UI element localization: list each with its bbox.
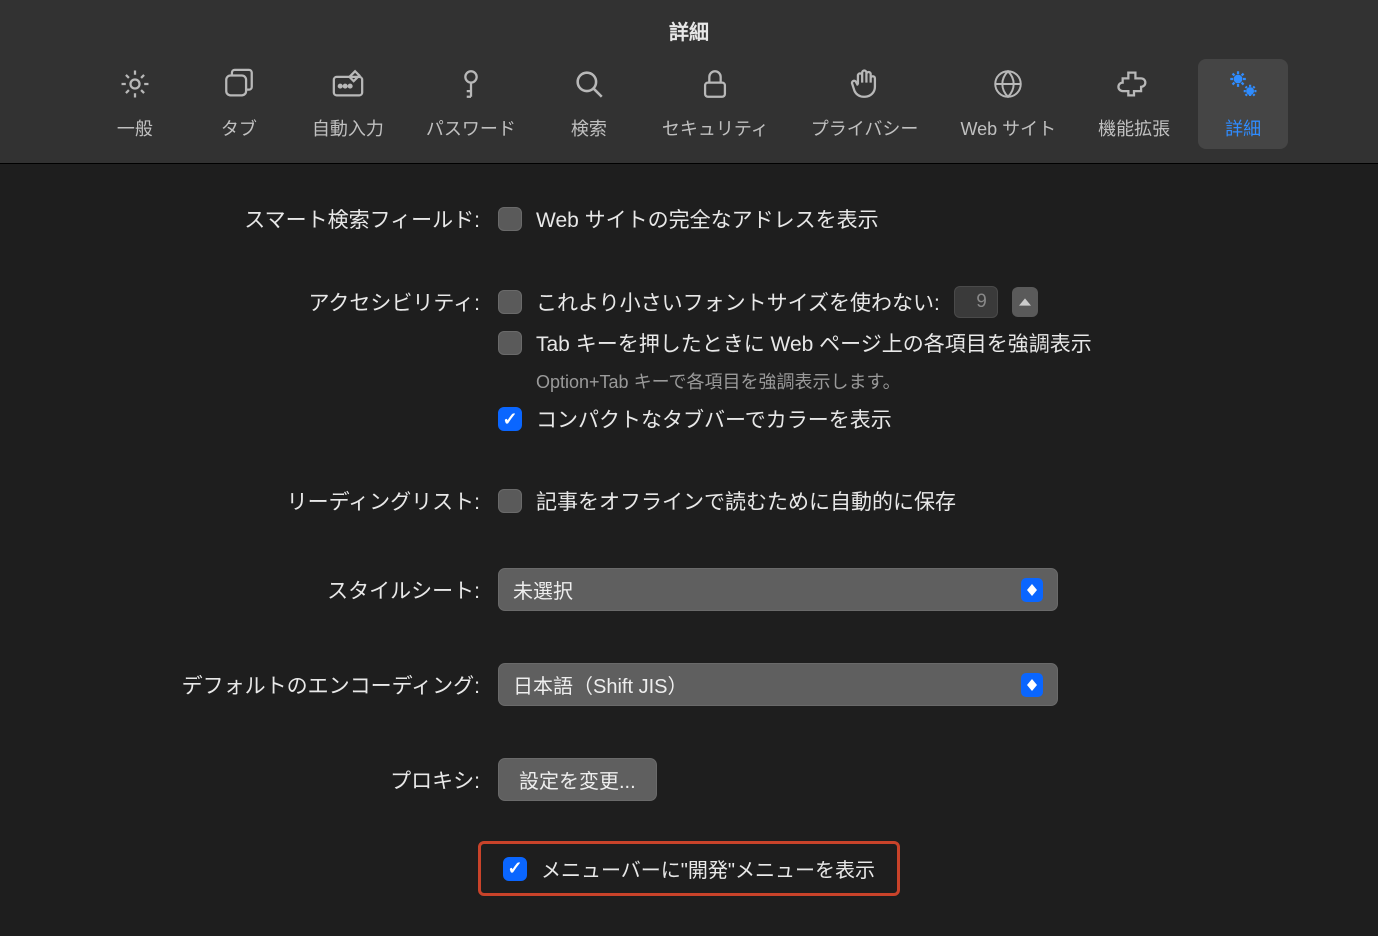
encoding-select[interactable]: 日本語（Shift JIS）: [498, 663, 1058, 706]
tab-label: プライバシー: [811, 115, 919, 141]
hand-icon: [848, 67, 882, 107]
preferences-toolbar: 一般 タブ 自動入力 パスワード 検索 セキュリティ プライバシー: [0, 53, 1378, 164]
tab-search[interactable]: 検索: [544, 59, 634, 149]
gear-icon: [118, 67, 152, 107]
globe-icon: [991, 67, 1025, 107]
tab-label: 一般: [117, 115, 153, 141]
tab-tabs[interactable]: タブ: [194, 59, 284, 149]
min-font-size-text: これより小さいフォントサイズを使わない:: [536, 287, 940, 317]
preferences-content: スマート検索フィールド: Web サイトの完全なアドレスを表示 アクセシビリティ…: [0, 164, 1378, 936]
puzzle-icon: [1117, 67, 1151, 107]
encoding-label: デフォルトのエンコーディング:: [60, 670, 480, 700]
gears-icon: [1226, 67, 1260, 107]
tab-label: 検索: [571, 115, 607, 141]
key-icon: [454, 67, 488, 107]
accessibility-label: アクセシビリティ:: [60, 287, 480, 317]
tab-label: 機能拡張: [1098, 115, 1170, 141]
proxy-label: プロキシ:: [60, 765, 480, 795]
reading-list-label: リーディングリスト:: [60, 486, 480, 516]
lock-icon: [698, 67, 732, 107]
stylesheet-value: 未選択: [513, 575, 573, 604]
search-icon: [572, 67, 606, 107]
tab-websites[interactable]: Web サイト: [946, 59, 1070, 149]
show-full-address-checkbox[interactable]: [498, 207, 522, 231]
tab-label: セキュリティ: [662, 115, 769, 141]
compact-tab-color-checkbox[interactable]: [498, 407, 522, 431]
encoding-value: 日本語（Shift JIS）: [513, 670, 687, 699]
proxy-settings-button[interactable]: 設定を変更...: [498, 758, 657, 801]
develop-menu-highlight: メニューバーに"開発"メニューを表示: [478, 841, 900, 896]
compact-tab-color-text: コンパクトなタブバーでカラーを表示: [536, 404, 892, 434]
tab-label: 詳細: [1225, 115, 1261, 141]
pencil-card-icon: [331, 67, 365, 107]
stylesheet-select[interactable]: 未選択: [498, 568, 1058, 611]
tab-label: パスワード: [426, 115, 516, 141]
font-size-field[interactable]: 9: [954, 286, 998, 318]
stylesheet-label: スタイルシート:: [60, 575, 480, 605]
tab-privacy[interactable]: プライバシー: [797, 59, 933, 149]
show-full-address-text: Web サイトの完全なアドレスを表示: [536, 204, 879, 234]
tab-autofill[interactable]: 自動入力: [298, 59, 398, 149]
save-offline-checkbox[interactable]: [498, 489, 522, 513]
tab-highlight-hint: Option+Tab キーで各項目を強調表示します。: [536, 368, 901, 394]
tab-label: 自動入力: [312, 115, 384, 141]
tabs-icon: [222, 67, 256, 107]
min-font-size-checkbox[interactable]: [498, 290, 522, 314]
tab-advanced[interactable]: 詳細: [1198, 59, 1288, 149]
window-title: 詳細: [0, 0, 1378, 53]
tab-security[interactable]: セキュリティ: [648, 59, 783, 149]
show-develop-menu-text: メニューバーに"開発"メニューを表示: [541, 854, 875, 883]
tab-extensions[interactable]: 機能拡張: [1084, 59, 1184, 149]
tab-label: タブ: [221, 115, 257, 141]
tab-general[interactable]: 一般: [90, 59, 180, 149]
font-size-stepper[interactable]: [1012, 287, 1038, 317]
show-develop-menu-checkbox[interactable]: [503, 857, 527, 881]
tab-highlight-text: Tab キーを押したときに Web ページ上の各項目を強調表示: [536, 328, 1092, 358]
tab-passwords[interactable]: パスワード: [412, 59, 530, 149]
select-arrows-icon: [1021, 673, 1043, 697]
select-arrows-icon: [1021, 578, 1043, 602]
tab-label: Web サイト: [960, 115, 1056, 141]
smart-search-label: スマート検索フィールド:: [60, 204, 480, 234]
save-offline-text: 記事をオフラインで読むために自動的に保存: [536, 486, 956, 516]
tab-highlight-checkbox[interactable]: [498, 331, 522, 355]
